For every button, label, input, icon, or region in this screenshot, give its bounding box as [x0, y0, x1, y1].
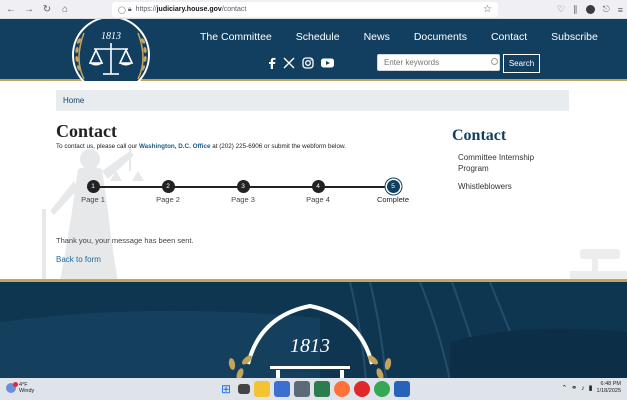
- volume-icon[interactable]: ♪: [581, 385, 585, 392]
- back-icon[interactable]: ←: [4, 2, 18, 16]
- file-explorer-icon[interactable]: [254, 381, 270, 397]
- intro-text: To contact us, please call our Washingto…: [56, 143, 346, 150]
- form-progress: 1 Page 1 2 Page 2 3 Page 3 4 Page 4 5 Co…: [56, 180, 426, 210]
- facebook-icon[interactable]: [268, 57, 276, 69]
- x-icon[interactable]: [283, 57, 295, 69]
- sidebar-links: Committee Internship Program Whistleblow…: [458, 152, 558, 199]
- clock[interactable]: 6:48 PM 1/18/2025: [597, 381, 621, 395]
- step-1: 1 Page 1: [63, 180, 123, 204]
- system-tray: ⌃ ⚭ ♪ ▮ 6:48 PM 1/18/2025: [561, 381, 621, 395]
- library-icon[interactable]: ∥: [573, 4, 578, 15]
- windows-taskbar: 4°F Windy ⊞ ⌃ ⚭ ♪ ▮ 6:48 PM 1/18/2025: [0, 378, 627, 400]
- back-to-form-link[interactable]: Back to form: [56, 255, 101, 264]
- account-icon[interactable]: [585, 5, 595, 14]
- site-header: 1813 The Committee Schedule News Documen…: [0, 19, 627, 94]
- extensions-icon[interactable]: ⎋: [603, 4, 610, 15]
- forward-icon[interactable]: →: [22, 2, 36, 16]
- chevron-up-icon[interactable]: ⌃: [561, 384, 567, 392]
- gavel-watermark: [570, 249, 627, 279]
- footer-logo-year: 1813: [290, 335, 330, 357]
- pocket-icon[interactable]: ♡: [557, 4, 565, 15]
- step-5-complete: 5 Complete: [363, 180, 423, 204]
- breadcrumb: Home: [56, 90, 569, 111]
- site-footer: 1813: [0, 279, 627, 378]
- main-content: Home Contact To contact us, please call …: [0, 81, 627, 279]
- shield-icon[interactable]: ◯: [118, 6, 126, 14]
- youtube-icon[interactable]: [321, 58, 334, 68]
- lock-icon[interactable]: 🔒︎: [128, 6, 132, 14]
- step-4: 4 Page 4: [288, 180, 348, 204]
- main-nav: The Committee Schedule News Documents Co…: [200, 31, 622, 43]
- spreadsheet-icon[interactable]: [314, 381, 330, 397]
- weather-widget[interactable]: 4°F Windy: [6, 382, 34, 394]
- remote-desktop-icon[interactable]: [394, 381, 410, 397]
- reload-icon[interactable]: ↻: [40, 2, 54, 16]
- page-title: Contact: [56, 121, 117, 141]
- calculator-icon[interactable]: [294, 381, 310, 397]
- url-text[interactable]: https://judiciary.house.gov/contact: [136, 6, 483, 13]
- step-2: 2 Page 2: [138, 180, 198, 204]
- sidebar-item-whistleblowers[interactable]: Whistleblowers: [458, 181, 558, 192]
- search-input[interactable]: [377, 54, 500, 71]
- nav-documents[interactable]: Documents: [414, 31, 467, 43]
- step-3: 3 Page 3: [213, 180, 273, 204]
- bookmark-star-icon[interactable]: ☆: [483, 4, 492, 15]
- nav-news[interactable]: News: [364, 31, 390, 43]
- chrome-icon[interactable]: [374, 381, 390, 397]
- nav-the-committee[interactable]: The Committee: [200, 31, 272, 43]
- browser-toolbar: ← → ↻ ⌂ ◯ 🔒︎ https://judiciary.house.gov…: [0, 0, 627, 19]
- opera-icon[interactable]: [354, 381, 370, 397]
- nav-subscribe[interactable]: Subscribe: [551, 31, 598, 43]
- battery-icon[interactable]: ▮: [589, 384, 593, 392]
- wifi-icon[interactable]: ⚭: [571, 384, 577, 392]
- search-button[interactable]: Search: [503, 54, 540, 73]
- sidebar-title: Contact: [452, 127, 507, 144]
- confirmation-message: Thank you, your message has been sent.: [56, 236, 194, 245]
- social-links: [268, 57, 334, 69]
- url-bar[interactable]: ◯ 🔒︎ https://judiciary.house.gov/contact…: [112, 2, 498, 17]
- instagram-icon[interactable]: [302, 57, 314, 69]
- footer-logo: 1813: [228, 303, 392, 378]
- teams-icon[interactable]: [274, 381, 290, 397]
- nav-schedule[interactable]: Schedule: [296, 31, 340, 43]
- start-icon[interactable]: ⊞: [218, 381, 234, 397]
- breadcrumb-home[interactable]: Home: [63, 96, 84, 105]
- dc-office-link[interactable]: Washington, D.C. Office: [139, 143, 210, 150]
- home-icon[interactable]: ⌂: [58, 2, 72, 16]
- search-clear-icon[interactable]: [491, 58, 498, 65]
- firefox-icon[interactable]: [334, 381, 350, 397]
- nav-contact[interactable]: Contact: [491, 31, 527, 43]
- sidebar-item-internship[interactable]: Committee Internship Program: [458, 152, 558, 174]
- task-view-icon[interactable]: [238, 384, 250, 394]
- logo-year: 1813: [101, 31, 121, 42]
- weather-icon: [6, 382, 18, 393]
- menu-icon[interactable]: ≡: [618, 5, 623, 15]
